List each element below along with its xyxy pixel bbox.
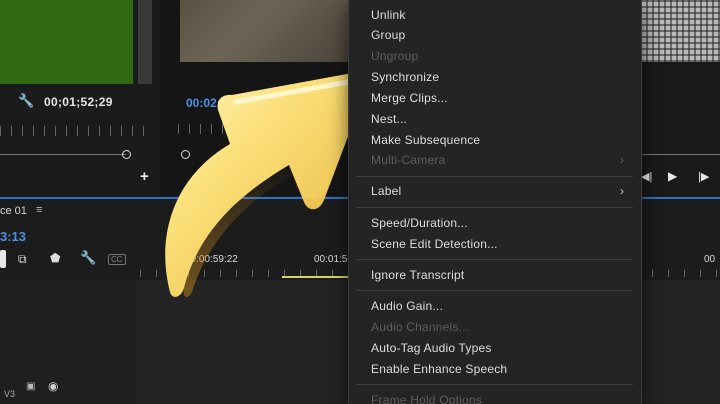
source-time-ruler[interactable]: [0, 126, 150, 136]
menu-item-multi-camera: Multi-Camera: [371, 153, 446, 167]
chevron-right-icon: ›: [620, 184, 624, 198]
menu-item-nest[interactable]: Nest...: [371, 109, 407, 129]
menu-item-auto-tag-audio[interactable]: Auto-Tag Audio Types: [371, 338, 492, 358]
menu-separator: [357, 176, 633, 177]
ruler-label: 00:01:5: [314, 254, 348, 265]
timeline-timecode[interactable]: 3:13: [0, 229, 26, 244]
wrench-icon[interactable]: 🔧: [80, 250, 96, 266]
clip-context-menu: Unlink Group Ungroup Synchronize Merge C…: [348, 0, 642, 404]
source-timecode[interactable]: 00;01;52;29: [44, 95, 113, 109]
source-clip-thumbnail: [0, 0, 133, 84]
snap-icon[interactable]: ⧉: [18, 252, 27, 267]
menu-item-speed-duration[interactable]: Speed/Duration...: [371, 213, 468, 233]
chevron-right-icon: ›: [620, 153, 624, 167]
source-playhead-knob[interactable]: [122, 150, 131, 159]
work-area-bar[interactable]: [282, 276, 348, 278]
menu-separator: [357, 259, 633, 260]
ruler-label: 00:00:59:22: [185, 254, 238, 265]
track-headers: [0, 280, 137, 404]
menu-item-label[interactable]: Label: [371, 181, 401, 201]
add-button[interactable]: +: [140, 168, 149, 185]
menu-item-make-subsequence[interactable]: Make Subsequence: [371, 130, 480, 150]
film-icon[interactable]: ▣: [26, 381, 35, 392]
program-playhead-knob[interactable]: [181, 150, 190, 159]
menu-item-audio-channels: Audio Channels...: [371, 320, 470, 334]
marker-icon[interactable]: ⬟: [50, 251, 60, 265]
menu-item-ungroup: Ungroup: [371, 49, 419, 63]
track-label-v3[interactable]: V3: [4, 389, 15, 399]
source-scrub-track[interactable]: [0, 154, 126, 155]
captions-button[interactable]: CC: [108, 254, 126, 265]
program-time-ruler[interactable]: [178, 124, 353, 134]
right-scrub-track[interactable]: [640, 154, 720, 155]
ruler-label: 00: [704, 254, 716, 265]
sequence-tab[interactable]: ce 01: [0, 205, 27, 217]
menu-item-ignore-transcript[interactable]: Ignore Transcript: [371, 265, 464, 285]
eye-icon[interactable]: ◉: [48, 379, 58, 393]
menu-item-synchronize[interactable]: Synchronize: [371, 67, 439, 87]
program-timecode[interactable]: 00:02:2: [186, 96, 227, 110]
step-forward-button[interactable]: |▶: [698, 170, 709, 183]
tab-menu-icon[interactable]: ≡: [36, 204, 42, 216]
program-clip-thumbnail: [180, 0, 350, 62]
menu-separator: [357, 207, 633, 208]
menu-item-merge-clips[interactable]: Merge Clips...: [371, 88, 448, 108]
right-clip-thumbnail: [640, 0, 720, 62]
menu-item-unlink[interactable]: Unlink: [371, 5, 406, 25]
wrench-icon[interactable]: 🔧: [18, 93, 34, 109]
menu-item-frame-hold-options: Frame Hold Options: [371, 393, 482, 404]
selection-tool-button[interactable]: [0, 250, 6, 268]
menu-item-audio-gain[interactable]: Audio Gain...: [371, 296, 443, 316]
source-scrollbar[interactable]: [138, 0, 152, 84]
menu-item-scene-edit-detection[interactable]: Scene Edit Detection...: [371, 234, 498, 254]
play-button[interactable]: ▶: [668, 169, 677, 183]
menu-item-group[interactable]: Group: [371, 25, 405, 45]
step-back-button[interactable]: ◀|: [641, 170, 652, 183]
menu-item-enable-enhance-speech[interactable]: Enable Enhance Speech: [371, 359, 507, 379]
menu-separator: [357, 384, 633, 385]
menu-separator: [357, 290, 633, 291]
